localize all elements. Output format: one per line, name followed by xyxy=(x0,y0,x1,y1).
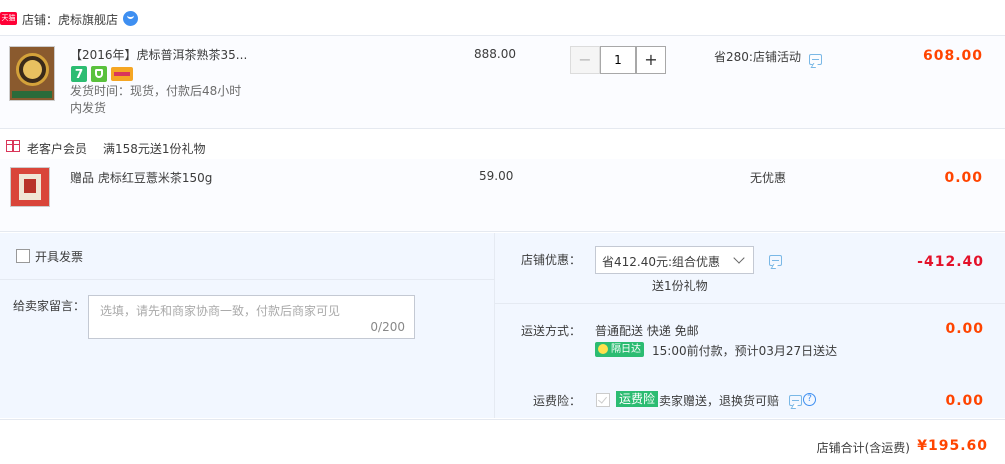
seven-day-return-icon: 7 xyxy=(71,66,87,82)
unit-price: 888.00 xyxy=(474,47,516,61)
chevron-down-icon xyxy=(733,252,745,264)
shop-discount-selected: 省412.40元:组合优惠 xyxy=(602,255,721,269)
message-textarea[interactable]: 选填，请先和商家协商一致，付款后商家可见 0/200 xyxy=(88,295,415,339)
shop-total-label: 店铺合计(含运费) xyxy=(816,441,910,455)
message-label: 给卖家留言： xyxy=(13,299,86,313)
lightning-icon xyxy=(598,344,608,354)
shop-discount-amount: -412.40 xyxy=(917,254,984,270)
order-item-row: 【2016年】虎标普洱茶熟茶35... 7 发货时间：现货，付款后48小时内发货… xyxy=(0,36,1005,129)
ship-time-text: 发货时间：现货，付款后48小时内发货 xyxy=(70,84,242,115)
order-options-left: 开具发票 给卖家留言： 选填，请先和商家协商一致，付款后商家可见 0/200 xyxy=(0,233,494,418)
tmall-badge: 天猫 xyxy=(0,12,17,25)
message-counter: 0/200 xyxy=(370,320,405,334)
next-day-badge: 隔日达 xyxy=(595,342,644,357)
item-total: 608.00 xyxy=(922,48,983,64)
gift-icon xyxy=(6,140,20,152)
quality-guarantee-icon xyxy=(91,66,107,82)
promo-row: 老客户会员 满158元送1份礼物 xyxy=(0,129,1005,159)
gift-item-row: 赠品 虎标红豆薏米茶150g 59.00 无优惠 0.00 xyxy=(0,159,1005,232)
gift-note: 送1份礼物 xyxy=(652,279,708,293)
shipping-label: 运送方式： xyxy=(521,324,582,338)
chat-bubble-icon[interactable] xyxy=(809,54,822,65)
invoice-row: 开具发票 xyxy=(0,233,494,280)
quantity-stepper: − + xyxy=(570,46,666,74)
invoice-label[interactable]: 开具发票 xyxy=(35,248,83,265)
help-icon[interactable]: ? xyxy=(803,393,816,406)
product-title[interactable]: 【2016年】虎标普洱茶熟茶35... xyxy=(70,46,247,63)
gift-offer-text: 满158元送1份礼物 xyxy=(103,142,206,156)
next-day-badge-label: 隔日达 xyxy=(611,344,641,355)
shop-total-value: ¥195.60 xyxy=(917,438,988,454)
gift-unit-price: 59.00 xyxy=(479,169,514,183)
member-label: 老客户会员 xyxy=(27,142,88,156)
shipping-row: 运送方式： 普通配送 快递 免邮 隔日达 15:00前付款，预计03月27日送达… xyxy=(495,304,1005,374)
insurance-tag: 运费险 xyxy=(616,391,659,407)
quantity-input[interactable] xyxy=(600,46,636,74)
discount-text: 省280:店铺活动 xyxy=(714,50,801,64)
quantity-increment-button[interactable]: + xyxy=(636,46,666,74)
wangwang-chat-icon[interactable] xyxy=(123,11,138,26)
gift-discount-text: 无优惠 xyxy=(750,171,787,185)
invoice-checkbox[interactable] xyxy=(16,249,30,263)
insurance-label: 运费险： xyxy=(533,394,582,408)
product-thumbnail[interactable] xyxy=(9,46,55,101)
gift-thumbnail[interactable] xyxy=(10,167,50,207)
insurance-row: 运费险： 运费险 卖家赠送，退换货可赔 ? 0.00 xyxy=(495,374,1005,418)
message-placeholder: 选填，请先和商家协商一致，付款后商家可见 xyxy=(100,304,341,318)
order-options-right: 店铺优惠： 省412.40元:组合优惠 送1份礼物 -412.40 运送方式： … xyxy=(494,233,1005,418)
shipping-amount: 0.00 xyxy=(945,321,984,337)
gift-title[interactable]: 赠品 虎标红豆薏米茶150g xyxy=(70,169,212,186)
shipping-eta: 15:00前付款，预计03月27日送达 xyxy=(652,344,838,358)
shop-name[interactable]: 店铺：虎标旗舰店 xyxy=(22,11,118,28)
shipping-method: 普通配送 快递 免邮 xyxy=(595,324,699,338)
insurance-text: 卖家赠送，退换货可赔 xyxy=(659,394,780,408)
chat-bubble-icon[interactable] xyxy=(769,255,782,266)
insurance-amount: 0.00 xyxy=(945,393,984,409)
gift-total: 0.00 xyxy=(944,170,983,186)
shop-discount-select[interactable]: 省412.40元:组合优惠 xyxy=(595,246,754,274)
chat-bubble-icon[interactable] xyxy=(789,395,802,406)
credit-card-icon xyxy=(111,67,133,81)
insurance-checkbox[interactable] xyxy=(596,393,610,407)
shop-total-row: 店铺合计(含运费) ¥195.60 xyxy=(0,419,1005,464)
shop-header: 天猫 店铺：虎标旗舰店 xyxy=(0,0,1005,36)
shop-discount-label: 店铺优惠： xyxy=(521,253,582,267)
shop-discount-row: 店铺优惠： 省412.40元:组合优惠 送1份礼物 -412.40 xyxy=(495,233,1005,304)
quantity-decrement-button[interactable]: − xyxy=(570,46,600,74)
